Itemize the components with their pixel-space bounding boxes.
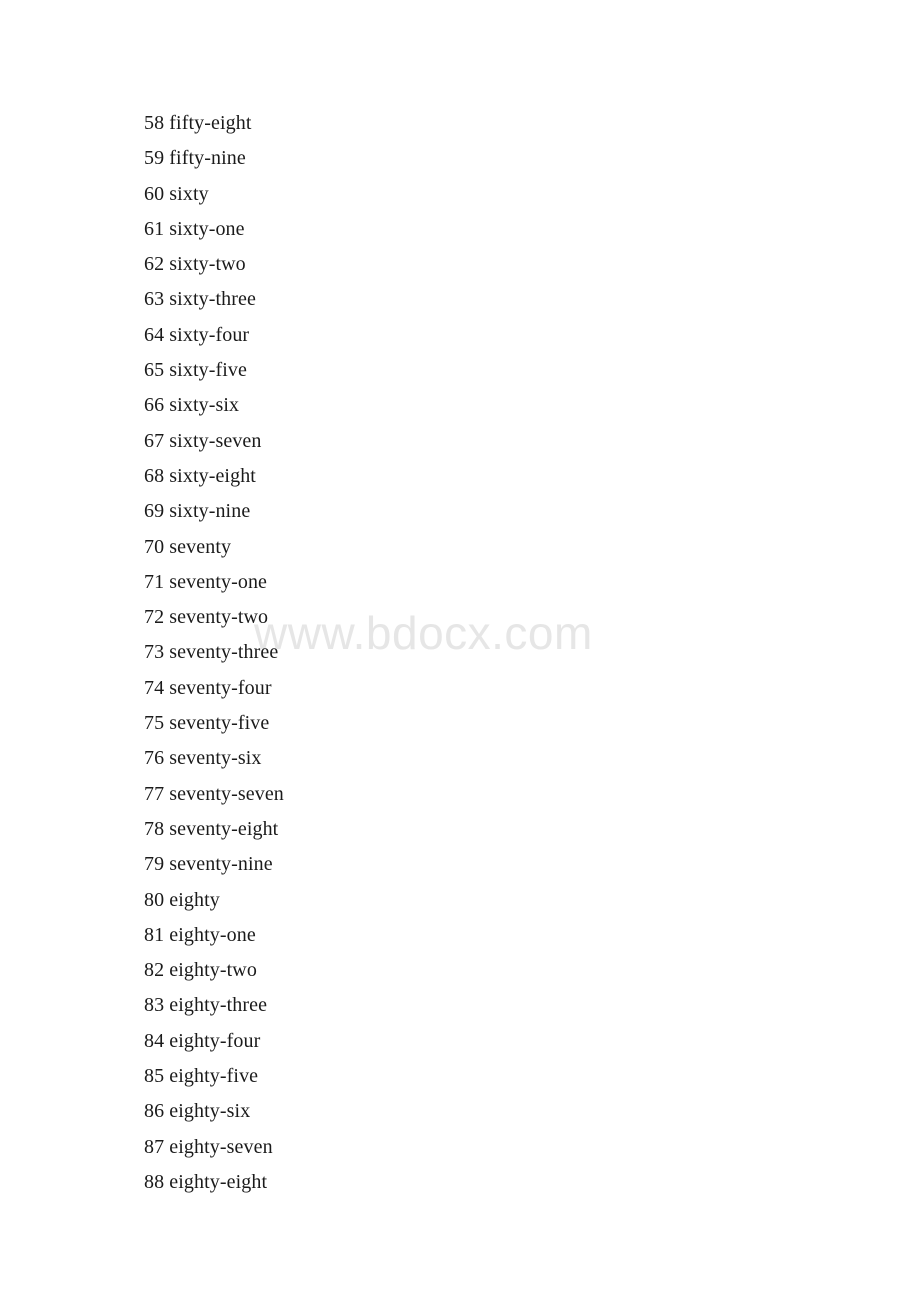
list-item: 58 fifty-eight bbox=[144, 112, 252, 134]
list-item: 79 seventy-nine bbox=[144, 853, 273, 876]
list-item: 73 seventy-three bbox=[144, 641, 279, 664]
list-item: 81 eighty-one bbox=[144, 923, 256, 946]
list-item: 75 seventy-five bbox=[144, 712, 270, 735]
number-word-list: 58 fifty-eight 59 fifty-nine 60 sixty 61 si… bbox=[144, 106, 844, 1200]
list-item: 70 seventy bbox=[144, 535, 232, 558]
list-item: 74 seventy-four bbox=[144, 676, 272, 699]
list-item: 68 sixty-eight bbox=[144, 464, 256, 487]
list-item: 71 seventy-one bbox=[144, 570, 268, 593]
list-item: 76 seventy-six bbox=[144, 747, 262, 770]
list-item: 69 sixty-nine bbox=[144, 500, 251, 523]
list-item: 78 seventy-eight bbox=[144, 817, 279, 840]
list-item: 86 eighty-six bbox=[144, 1100, 251, 1123]
list-item: 64 sixty-four bbox=[144, 323, 250, 346]
list-item: 87 eighty-seven bbox=[144, 1135, 273, 1158]
list-item: 82 eighty-two bbox=[144, 959, 257, 982]
list-item: 88 eighty-eight bbox=[144, 1170, 268, 1193]
list-item: 66 sixty-six bbox=[144, 394, 240, 417]
list-item: 77 seventy-seven bbox=[144, 782, 284, 805]
list-item: 61 sixty-one bbox=[144, 217, 245, 240]
list-item: 84 eighty-four bbox=[144, 1029, 261, 1052]
list-item: 65 sixty-five bbox=[144, 359, 247, 382]
list-item: 85 eighty-five bbox=[144, 1065, 259, 1088]
list-item: 67 sixty-seven bbox=[144, 429, 262, 452]
list-item: 80 eighty bbox=[144, 888, 220, 911]
list-item: 83 eighty-three bbox=[144, 994, 268, 1017]
list-item: 62 sixty-two bbox=[144, 253, 246, 276]
list-item: 63 sixty-three bbox=[144, 288, 256, 311]
list-item: 59 fifty-nine bbox=[144, 147, 246, 170]
document-page: www.bdocx.com 58 fifty-eight 59 fifty-nin… bbox=[0, 0, 920, 1302]
list-item: 60 sixty bbox=[144, 182, 209, 205]
list-item: 72 seventy-two bbox=[144, 606, 269, 629]
